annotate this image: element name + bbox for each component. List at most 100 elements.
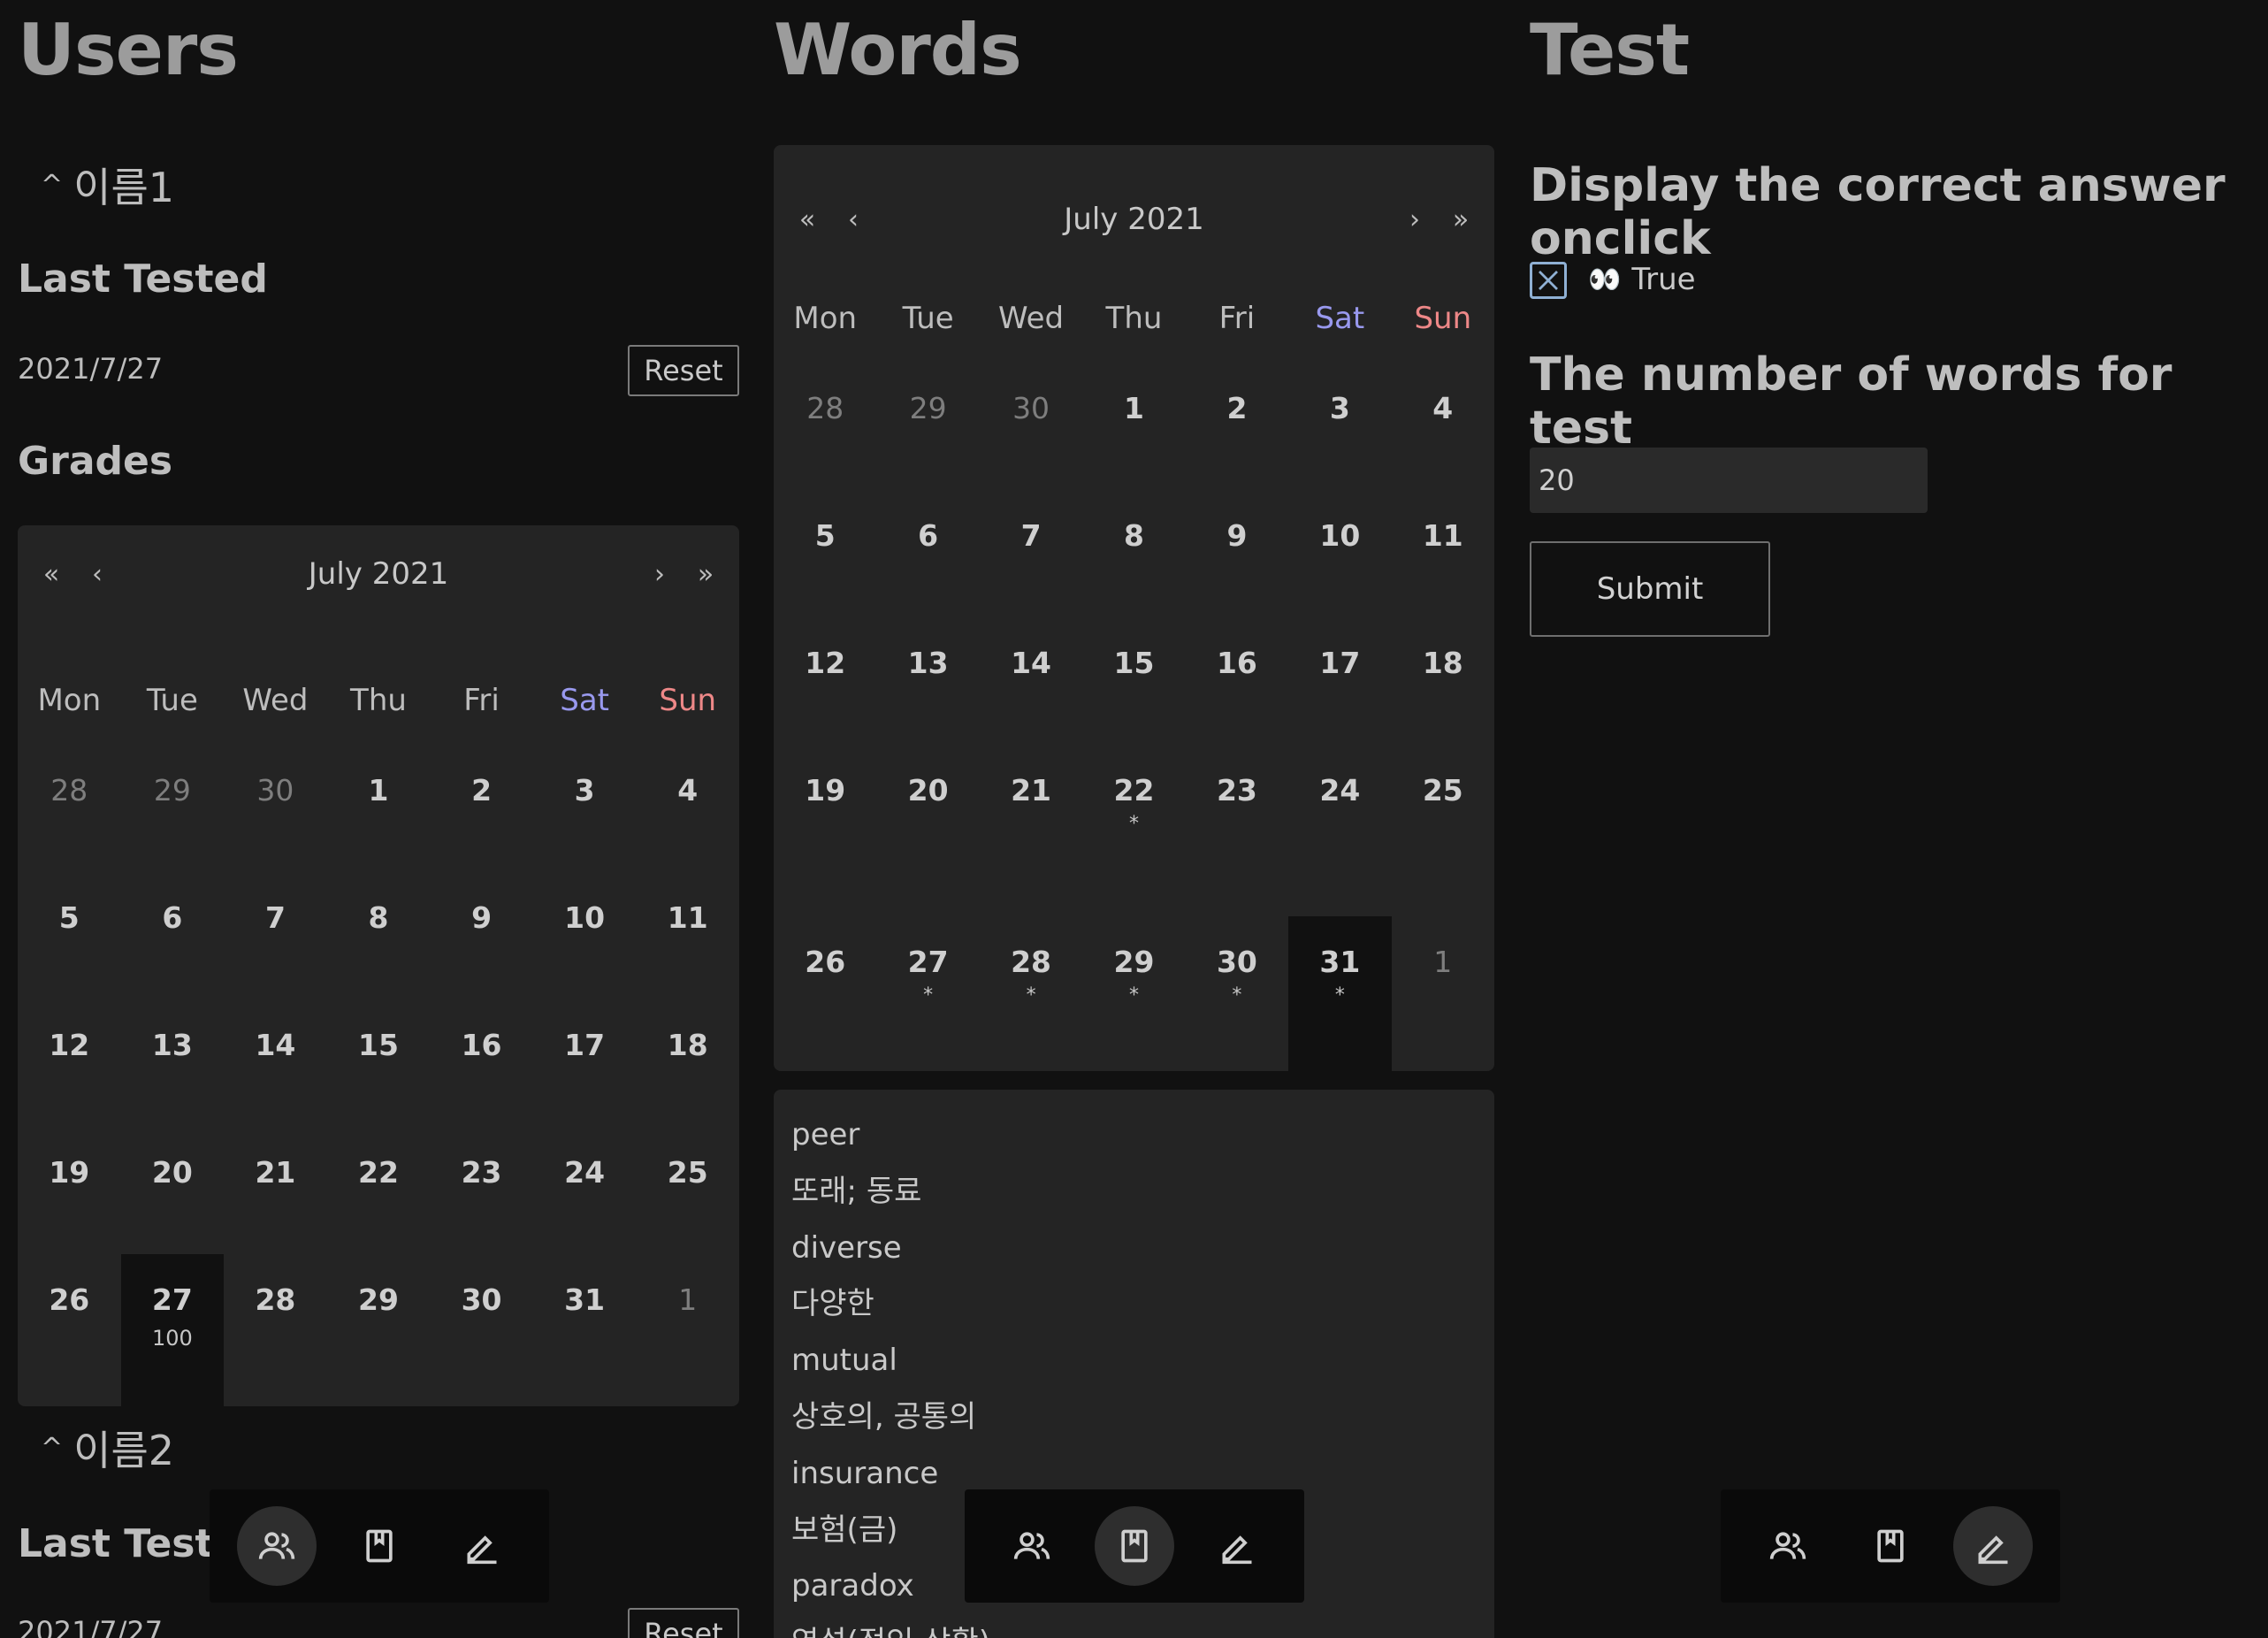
calendar-day[interactable]: 27 * <box>876 916 979 1071</box>
reset-button[interactable]: Reset <box>628 1608 739 1638</box>
user-toggle-1[interactable]: ^ 이름1 <box>41 156 174 214</box>
next-year-button[interactable]: » <box>683 547 729 601</box>
calendar-day[interactable]: 17 <box>533 999 637 1127</box>
calendar-day[interactable]: 6 <box>876 490 979 617</box>
calendar-day[interactable]: 23 <box>1186 745 1288 916</box>
calendar-day[interactable]: 4 <box>1392 363 1494 490</box>
calendar-day[interactable]: 16 <box>430 999 533 1127</box>
calendar-day[interactable]: 8 <box>327 872 431 999</box>
calendar-day[interactable]: 15 <box>1082 617 1185 745</box>
calendar-day[interactable]: 17 <box>1288 617 1391 745</box>
calendar-day[interactable]: 13 <box>876 617 979 745</box>
calendar-day[interactable]: 31 * <box>1288 916 1392 1071</box>
calendar-day[interactable]: 1 <box>636 1254 739 1406</box>
calendar-day[interactable]: 9 <box>1186 490 1288 617</box>
nav-test-button[interactable] <box>1197 1506 1277 1586</box>
prev-month-button[interactable]: ‹ <box>74 547 120 601</box>
calendar-day[interactable]: 29 <box>876 363 979 490</box>
calendar-day[interactable]: 25 <box>1392 745 1494 916</box>
calendar-day[interactable]: 19 <box>18 1127 121 1254</box>
prev-month-button[interactable]: ‹ <box>830 193 876 246</box>
calendar-day[interactable]: 27 100 <box>120 1254 225 1406</box>
calendar-day[interactable]: 29 <box>121 745 225 872</box>
calendar-day[interactable]: 20 <box>121 1127 225 1254</box>
calendar-day[interactable]: 16 <box>1186 617 1288 745</box>
calendar-day[interactable]: 5 <box>18 872 121 999</box>
calendar-day[interactable]: 15 <box>327 999 431 1127</box>
calendar-day[interactable]: 5 <box>774 490 876 617</box>
next-month-button[interactable]: › <box>1392 193 1438 246</box>
nav-words-button[interactable] <box>1851 1506 1930 1586</box>
calendar-day[interactable]: 30 * <box>1186 916 1288 1071</box>
calendar-day[interactable]: 29 <box>327 1254 431 1406</box>
calendar-day[interactable]: 14 <box>980 617 1082 745</box>
prev-year-button[interactable]: « <box>28 547 74 601</box>
calendar-day[interactable]: 2 <box>430 745 533 872</box>
calendar-day[interactable]: 28 <box>18 745 121 872</box>
user-toggle-2[interactable]: ^ 이름2 <box>41 1419 174 1477</box>
calendar-day[interactable]: 11 <box>1392 490 1494 617</box>
calendar-day[interactable]: 4 <box>636 745 739 872</box>
calendar-day[interactable]: 22 <box>327 1127 431 1254</box>
calendar-day[interactable]: 10 <box>533 872 637 999</box>
nav-test-button[interactable] <box>442 1506 522 1586</box>
calendar-day[interactable]: 21 <box>224 1127 327 1254</box>
calendar-day[interactable]: 30 <box>430 1254 533 1406</box>
nav-words-button[interactable] <box>1095 1506 1174 1586</box>
calendar-day[interactable]: 30 <box>224 745 327 872</box>
calendar-month-label[interactable]: July 2021 <box>876 202 1392 237</box>
calendar-day[interactable]: 19 <box>774 745 876 916</box>
day-number: 28 <box>806 391 844 425</box>
nav-test-button[interactable] <box>1953 1506 2033 1586</box>
calendar-day[interactable]: 24 <box>533 1127 637 1254</box>
next-year-button[interactable]: » <box>1438 193 1484 246</box>
calendar-day[interactable]: 13 <box>121 999 225 1127</box>
nav-users-button[interactable] <box>1748 1506 1828 1586</box>
calendar-day[interactable]: 28 * <box>980 916 1082 1071</box>
calendar-day[interactable]: 21 <box>980 745 1082 916</box>
calendar-day[interactable]: 8 <box>1082 490 1185 617</box>
reset-button[interactable]: Reset <box>628 345 739 396</box>
show-answer-checkbox[interactable] <box>1530 262 1567 299</box>
calendar-day[interactable]: 18 <box>1392 617 1494 745</box>
calendar-day[interactable]: 9 <box>430 872 533 999</box>
calendar-day[interactable]: 31 <box>533 1254 637 1406</box>
calendar-day[interactable]: 23 <box>430 1127 533 1254</box>
calendar-day[interactable]: 26 <box>774 916 876 1071</box>
calendar-day[interactable]: 11 <box>636 872 739 999</box>
calendar-day[interactable]: 12 <box>18 999 121 1127</box>
day-number: 8 <box>1124 518 1144 553</box>
calendar-day[interactable]: 30 <box>980 363 1082 490</box>
nav-users-button[interactable] <box>237 1506 317 1586</box>
calendar-day[interactable]: 10 <box>1288 490 1391 617</box>
calendar-day[interactable]: 3 <box>533 745 637 872</box>
calendar-day[interactable]: 7 <box>980 490 1082 617</box>
calendar-day[interactable]: 12 <box>774 617 876 745</box>
calendar-month-label[interactable]: July 2021 <box>120 556 637 592</box>
calendar-day[interactable]: 14 <box>224 999 327 1127</box>
nav-words-button[interactable] <box>340 1506 419 1586</box>
calendar-day[interactable]: 29 * <box>1082 916 1185 1071</box>
word-count-input[interactable] <box>1530 448 1928 513</box>
prev-year-button[interactable]: « <box>784 193 830 246</box>
calendar-day[interactable]: 6 <box>121 872 225 999</box>
last-tested-date: 2021/7/27 <box>18 1615 164 1638</box>
nav-users-button[interactable] <box>992 1506 1072 1586</box>
calendar-day[interactable]: 28 <box>224 1254 327 1406</box>
calendar-day[interactable]: 28 <box>774 363 876 490</box>
calendar-day[interactable]: 26 <box>18 1254 121 1406</box>
calendar-day[interactable]: 18 <box>636 999 739 1127</box>
calendar-day[interactable]: 3 <box>1288 363 1391 490</box>
calendar-day[interactable]: 2 <box>1186 363 1288 490</box>
submit-button[interactable]: Submit <box>1530 541 1770 637</box>
calendar-day[interactable]: 1 <box>1082 363 1185 490</box>
calendar-day[interactable]: 1 <box>327 745 431 872</box>
day-number: 19 <box>805 773 846 808</box>
calendar-day[interactable]: 22 * <box>1082 745 1185 916</box>
next-month-button[interactable]: › <box>637 547 683 601</box>
calendar-day[interactable]: 1 <box>1392 916 1494 1071</box>
calendar-day[interactable]: 24 <box>1288 745 1391 916</box>
calendar-day[interactable]: 25 <box>636 1127 739 1254</box>
calendar-day[interactable]: 20 <box>876 745 979 916</box>
calendar-day[interactable]: 7 <box>224 872 327 999</box>
